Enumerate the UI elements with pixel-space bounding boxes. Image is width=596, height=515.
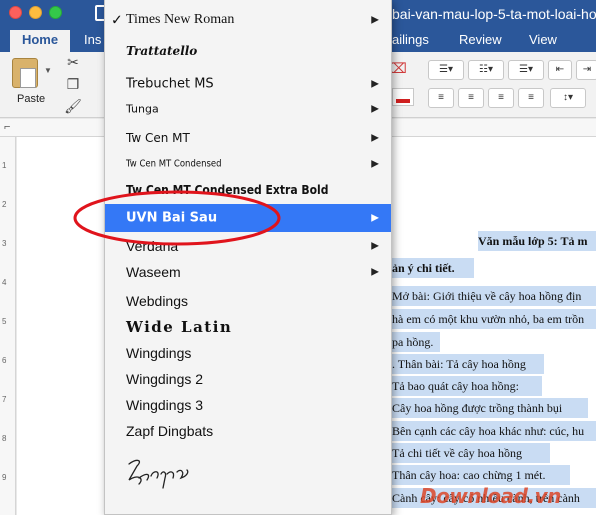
ruler-tick: 6 <box>2 356 7 365</box>
font-option-tw-cen-mt[interactable]: Tw Cen MT ▶ <box>105 125 391 151</box>
font-option-webdings[interactable]: Webdings <box>105 288 391 314</box>
submenu-arrow-icon: ▶ <box>371 240 379 252</box>
font-option-tunga[interactable]: Tunga ▶ <box>105 96 391 122</box>
decrease-indent-button[interactable]: ⇤ <box>548 60 572 80</box>
font-option-label: Times New Roman <box>126 12 235 27</box>
copy-icon[interactable]: ❐ <box>64 76 82 92</box>
ruler-tick: 2 <box>2 200 7 209</box>
font-option-trebuchet-ms[interactable]: Trebuchet MS ▶ <box>105 71 391 97</box>
font-color-button[interactable] <box>392 88 414 106</box>
format-painter-icon[interactable]: 🖌 <box>64 98 82 114</box>
font-option-label: Tunga <box>126 102 159 116</box>
submenu-arrow-icon: ▶ <box>371 78 379 90</box>
multilevel-list-button[interactable]: ☰▾ <box>508 60 544 80</box>
tab-mailings[interactable]: ailings <box>392 30 429 52</box>
font-dropdown-menu: ✓ Times New Roman ▶ Trattatello Trebuche… <box>104 0 392 515</box>
tab-stop-icon[interactable]: ⌐ <box>4 121 10 133</box>
font-option-label: Wingdings 2 <box>126 371 204 387</box>
font-option-label: Trebuchet MS <box>126 76 214 92</box>
maximize-window-button[interactable] <box>49 6 62 19</box>
font-option-zapfino[interactable]: Zapfino <box>105 450 391 496</box>
increase-indent-button[interactable]: ⇥ <box>576 60 596 80</box>
line-spacing-button[interactable]: ↕▾ <box>550 88 586 108</box>
align-center-button[interactable]: ≡ <box>458 88 484 108</box>
minimize-window-button[interactable] <box>29 6 42 19</box>
bullets-button[interactable]: ☰▾ <box>428 60 464 80</box>
font-option-label: UVN Bai Sau <box>126 210 218 226</box>
paste-dropdown-icon[interactable]: ▼ <box>44 66 52 75</box>
font-option-wingdings-2[interactable]: Wingdings 2 <box>105 366 391 392</box>
submenu-arrow-icon: ▶ <box>371 158 379 170</box>
font-option-label: Wide Latin <box>126 318 233 336</box>
align-right-button[interactable]: ≡ <box>488 88 514 108</box>
font-option-verdana[interactable]: Verdana ▶ <box>105 233 391 259</box>
close-window-button[interactable] <box>9 6 22 19</box>
document-line[interactable]: hà em có một khu vườn nhỏ, ba em trồn <box>392 309 596 329</box>
document-line[interactable]: Tả chi tiết về cây hoa hồng <box>392 443 550 463</box>
document-line[interactable]: Thân cây hoa: cao chừng 1 mét. <box>392 465 570 485</box>
checkmark-icon: ✓ <box>111 11 123 28</box>
paste-label[interactable]: Paste <box>17 93 45 105</box>
font-option-tw-cen-mt-condensed[interactable]: Tw Cen MT Condensed ▶ <box>105 151 391 177</box>
document-heading[interactable]: Văn mẫu lớp 5: Tả m <box>478 231 596 251</box>
watermark-logo: Download.vn <box>420 484 561 508</box>
document-line[interactable]: . Thân bài: Tả cây hoa hồng <box>392 354 544 374</box>
font-option-wingdings-3[interactable]: Wingdings 3 <box>105 392 391 418</box>
font-option-label: Tw Cen MT Condensed <box>126 158 222 170</box>
tab-view[interactable]: View <box>529 30 557 52</box>
document-line[interactable]: Tả bao quát cây hoa hồng: <box>392 376 542 396</box>
ruler-tick: 5 <box>2 317 7 326</box>
document-line[interactable]: Bên cạnh các cây hoa khác như: cúc, hu <box>392 421 596 441</box>
ruler-tick: 4 <box>2 278 7 287</box>
font-option-trattatello[interactable]: Trattatello <box>105 38 391 64</box>
ruler-tick: 9 <box>2 473 7 482</box>
tab-review[interactable]: Review <box>459 30 502 52</box>
justify-button[interactable]: ≡ <box>518 88 544 108</box>
font-option-label: Tw Cen MT <box>126 131 190 145</box>
zapfino-logo <box>128 459 189 489</box>
ruler-tick: 1 <box>2 161 7 170</box>
document-line[interactable]: ản ý chi tiết. <box>392 258 474 278</box>
font-option-wide-latin[interactable]: Wide Latin <box>105 314 391 340</box>
font-option-label: Verdana <box>126 238 179 254</box>
font-option-uvn-bai-sau[interactable]: UVN Bai Sau ▶ <box>105 204 391 232</box>
cut-icon[interactable]: ✂ <box>64 54 82 70</box>
submenu-arrow-icon: ▶ <box>371 212 379 224</box>
font-option-label: Trattatello <box>126 44 198 58</box>
paste-icon[interactable] <box>12 58 38 88</box>
vertical-ruler: 1 2 3 4 5 6 7 8 9 <box>0 137 16 515</box>
submenu-arrow-icon: ▶ <box>371 266 379 278</box>
submenu-arrow-icon: ▶ <box>371 103 379 115</box>
window-title: bai-van-mau-lop-5-ta-mot-loai-ho <box>392 6 596 22</box>
submenu-arrow-icon: ▶ <box>371 132 379 144</box>
font-option-wingdings[interactable]: Wingdings <box>105 340 391 366</box>
tab-home[interactable]: Home <box>10 30 70 52</box>
document-line[interactable]: Mở bài: Giới thiệu về cây hoa hồng địn <box>392 286 596 306</box>
document-line[interactable]: Cây hoa hồng được trồng thành bụi <box>392 398 588 418</box>
ruler-tick: 7 <box>2 395 7 404</box>
numbering-button[interactable]: ☷▾ <box>468 60 504 80</box>
tab-insert[interactable]: Ins <box>84 30 101 52</box>
ruler-tick: 3 <box>2 239 7 248</box>
font-option-label: Webdings <box>126 293 189 309</box>
font-option-label: Tw Cen MT Condensed Extra Bold <box>126 183 329 197</box>
font-option-label: Wingdings 3 <box>126 397 204 413</box>
font-option-times-new-roman[interactable]: ✓ Times New Roman ▶ <box>105 7 391 33</box>
align-left-button[interactable]: ≡ <box>428 88 454 108</box>
font-option-label: Wingdings <box>126 345 192 361</box>
font-option-zapf-dingbats[interactable]: Zapf Dingbats <box>105 418 391 444</box>
font-option-label: Zapf Dingbats <box>126 423 214 439</box>
font-option-label: Waseem <box>126 264 181 280</box>
ruler-tick: 8 <box>2 434 7 443</box>
font-option-label: Zapfino <box>105 450 106 451</box>
font-option-waseem[interactable]: Waseem ▶ <box>105 259 391 285</box>
submenu-arrow-icon: ▶ <box>371 14 379 26</box>
document-line[interactable]: ра hồng. <box>392 332 440 352</box>
font-option-tw-cen-mt-condensed-extra-bold[interactable]: Tw Cen MT Condensed Extra Bold <box>105 177 391 203</box>
